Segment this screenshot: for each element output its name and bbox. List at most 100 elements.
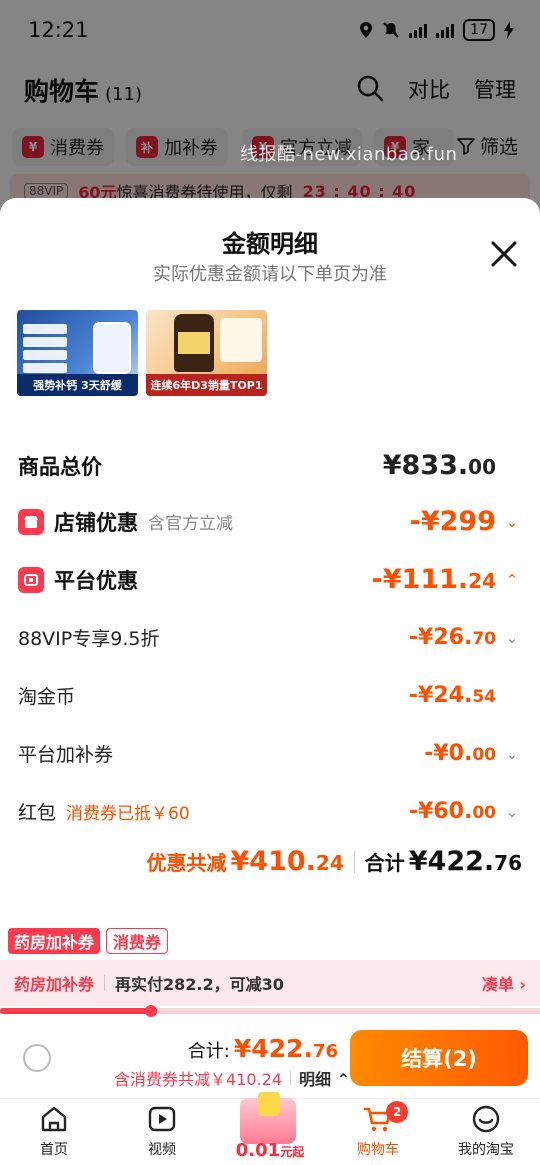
watermark: 线报酷-new.xianbao.fun bbox=[240, 144, 458, 165]
thumb-caption: 强势补钙 3天舒缓 bbox=[17, 374, 138, 396]
amount-detail-sheet: 金额明细 实际优惠金额请以下单页为准 强势补钙 3天舒缓 连续6年D3销量TOP… bbox=[0, 198, 540, 1165]
divider bbox=[290, 1071, 292, 1085]
goods-total-value: ¥833.00 bbox=[383, 450, 496, 481]
discount-item-88vip[interactable]: 88VIP专享9.5折 -¥26.70 ⌄ bbox=[18, 624, 522, 651]
promo-description: 再实付282.2，可减30 bbox=[115, 975, 284, 994]
platform-discount-dec: 24 bbox=[468, 569, 496, 593]
summary-row: 优惠共减 ¥410.24 合计 ¥422.76 bbox=[0, 846, 523, 877]
goods-total-row: 商品总价 ¥833.00 ⌄ bbox=[18, 450, 522, 481]
checkout-button[interactable]: 结算(2) bbox=[350, 1030, 528, 1086]
cart-badge: 2 bbox=[386, 1101, 408, 1123]
discount-item-value: -¥26.70 bbox=[409, 625, 496, 650]
value-int: -¥0. bbox=[424, 741, 473, 766]
value-int: -¥26. bbox=[408, 625, 473, 650]
discount-item-value: -¥24.54 bbox=[409, 683, 496, 708]
tab-penny-deal[interactable]: 0.01元起 bbox=[232, 1092, 308, 1164]
platform-icon bbox=[18, 566, 44, 593]
chevron-down-icon[interactable]: ⌄ bbox=[502, 745, 522, 763]
tab-video[interactable]: 视频 bbox=[108, 1103, 216, 1159]
cart-page-background: 12:21 17 购物车 (11) 对比 管理 ¥ 消费券 补 加补券 ¥ 官方立… bbox=[0, 0, 540, 220]
divider bbox=[353, 850, 355, 873]
product-thumbnail-vitamin-d3[interactable]: 连续6年D3销量TOP1 bbox=[146, 310, 267, 396]
discount-item-label: 淘金币 bbox=[18, 686, 76, 708]
goods-total-int: ¥833. bbox=[382, 450, 469, 481]
discount-item-taojinbi: 淘金币 -¥24.54 ⌄ bbox=[18, 682, 522, 709]
store-discount-row[interactable]: 店铺优惠 含官方立减 -¥299 ⌄ bbox=[18, 506, 522, 537]
tag-consumer-coupon: 消费券 bbox=[106, 928, 169, 954]
value-int: -¥60. bbox=[408, 799, 473, 824]
value-int: -¥24. bbox=[408, 683, 473, 708]
divider bbox=[104, 975, 106, 991]
tab-label: 购物车 bbox=[357, 1142, 399, 1158]
value-dec: 00 bbox=[472, 803, 496, 823]
detail-toggle[interactable]: 明细 ⌃ bbox=[299, 1066, 350, 1090]
tab-label: 我的淘宝 bbox=[458, 1142, 514, 1158]
value-int: ¥422. bbox=[233, 1034, 313, 1063]
close-icon[interactable] bbox=[488, 238, 520, 270]
total-value: ¥422.76 bbox=[409, 846, 522, 877]
thumb-caption: 连续6年D3销量TOP1 bbox=[146, 374, 267, 396]
promo-progress-fill bbox=[0, 1008, 152, 1014]
sheet-title: 金额明细 bbox=[222, 230, 318, 258]
checkout-total-label: 合计: bbox=[187, 1041, 230, 1062]
tab-label: 视频 bbox=[148, 1142, 176, 1158]
pharmacy-promo-bar[interactable]: 药房加补券 再实付282.2，可减30 凑单 › bbox=[0, 960, 540, 1006]
checkout-saved-text: 含消费券共减￥410.24 bbox=[114, 1070, 283, 1089]
modal-overlay[interactable] bbox=[0, 0, 540, 220]
red-packet-note: 消费券已抵￥60 bbox=[66, 804, 190, 824]
coupon-tags: 药房加补券 消费券 bbox=[8, 928, 169, 954]
product-thumbnails: 强势补钙 3天舒缓 连续6年D3销量TOP1 bbox=[17, 310, 267, 396]
checkout-total-value: ¥422.76 bbox=[234, 1034, 338, 1063]
value-dec: 24 bbox=[315, 851, 344, 875]
checkout-bar: 合计: ¥422.76 含消费券共减￥410.24 明细 ⌃ 结算(2) bbox=[0, 1022, 540, 1098]
platform-discount-value: -¥111.24 bbox=[372, 564, 496, 595]
discount-item-red-packet[interactable]: 红包 消费券已抵￥60 -¥60.00 ⌄ bbox=[18, 798, 522, 825]
platform-discount-int: -¥111. bbox=[371, 564, 469, 595]
tab-cart[interactable]: 2 购物车 bbox=[324, 1101, 432, 1159]
thumb-promo-box bbox=[220, 318, 262, 362]
saved-value: ¥410.24 bbox=[231, 846, 344, 877]
chevron-down-icon[interactable]: ⌄ bbox=[502, 513, 522, 531]
store-discount-value: -¥299 bbox=[409, 506, 496, 537]
chevron-down-icon[interactable]: ⌄ bbox=[502, 803, 522, 821]
red-envelope-icon bbox=[240, 1092, 296, 1144]
discount-item-platform-subsidy[interactable]: 平台加补券 -¥0.00 ⌄ bbox=[18, 740, 522, 767]
goods-total-label: 商品总价 bbox=[18, 454, 102, 479]
discount-item-label: 红包 bbox=[18, 802, 57, 824]
saved-label: 优惠共减 bbox=[146, 851, 227, 875]
product-thumbnail-calcium[interactable]: 强势补钙 3天舒缓 bbox=[17, 310, 138, 396]
home-icon bbox=[41, 1106, 67, 1132]
discount-item-value: -¥0.00 bbox=[424, 741, 496, 766]
discount-item-value: -¥60.00 bbox=[409, 799, 496, 824]
video-icon bbox=[148, 1106, 176, 1132]
chevron-up-icon[interactable]: ⌃ bbox=[502, 571, 522, 589]
value-dec: 54 bbox=[472, 687, 496, 707]
store-icon bbox=[18, 508, 44, 535]
tab-my-taobao[interactable]: 我的淘宝 bbox=[432, 1103, 540, 1159]
bottle-image bbox=[174, 314, 214, 372]
promo-progress-knob bbox=[145, 1005, 158, 1017]
platform-discount-row[interactable]: 平台优惠 -¥111.24 ⌃ bbox=[18, 564, 522, 595]
value-int: ¥410. bbox=[230, 846, 316, 877]
profile-smile-icon bbox=[472, 1105, 500, 1133]
promo-suffix: 元起 bbox=[280, 1145, 305, 1159]
chevron-down-icon[interactable]: ⌄ bbox=[502, 629, 522, 647]
value-dec: 76 bbox=[312, 1041, 338, 1062]
promo-progress-bar bbox=[0, 1005, 540, 1017]
goods-total-dec: 00 bbox=[468, 455, 496, 479]
promo-price: 0.01 bbox=[235, 1140, 281, 1161]
total-label: 合计 bbox=[364, 851, 405, 875]
tab-home[interactable]: 首页 bbox=[0, 1103, 108, 1159]
select-all-radio[interactable] bbox=[23, 1044, 51, 1072]
value-dec: 00 bbox=[472, 745, 496, 765]
checkout-subline: 含消费券共减￥410.24 明细 ⌃ bbox=[114, 1066, 350, 1090]
discount-item-label: 平台加补券 bbox=[18, 744, 114, 766]
discount-item-label: 88VIP专享9.5折 bbox=[18, 628, 160, 650]
tag-pharmacy-subsidy: 药房加补券 bbox=[8, 928, 101, 954]
add-on-link[interactable]: 凑单 › bbox=[482, 971, 526, 995]
promo-name: 药房加补券 bbox=[14, 975, 95, 994]
value-dec: 76 bbox=[494, 851, 522, 875]
platform-discount-label: 平台优惠 bbox=[54, 568, 138, 593]
tab-label: 首页 bbox=[40, 1142, 68, 1158]
store-discount-note: 含官方立减 bbox=[148, 514, 233, 534]
